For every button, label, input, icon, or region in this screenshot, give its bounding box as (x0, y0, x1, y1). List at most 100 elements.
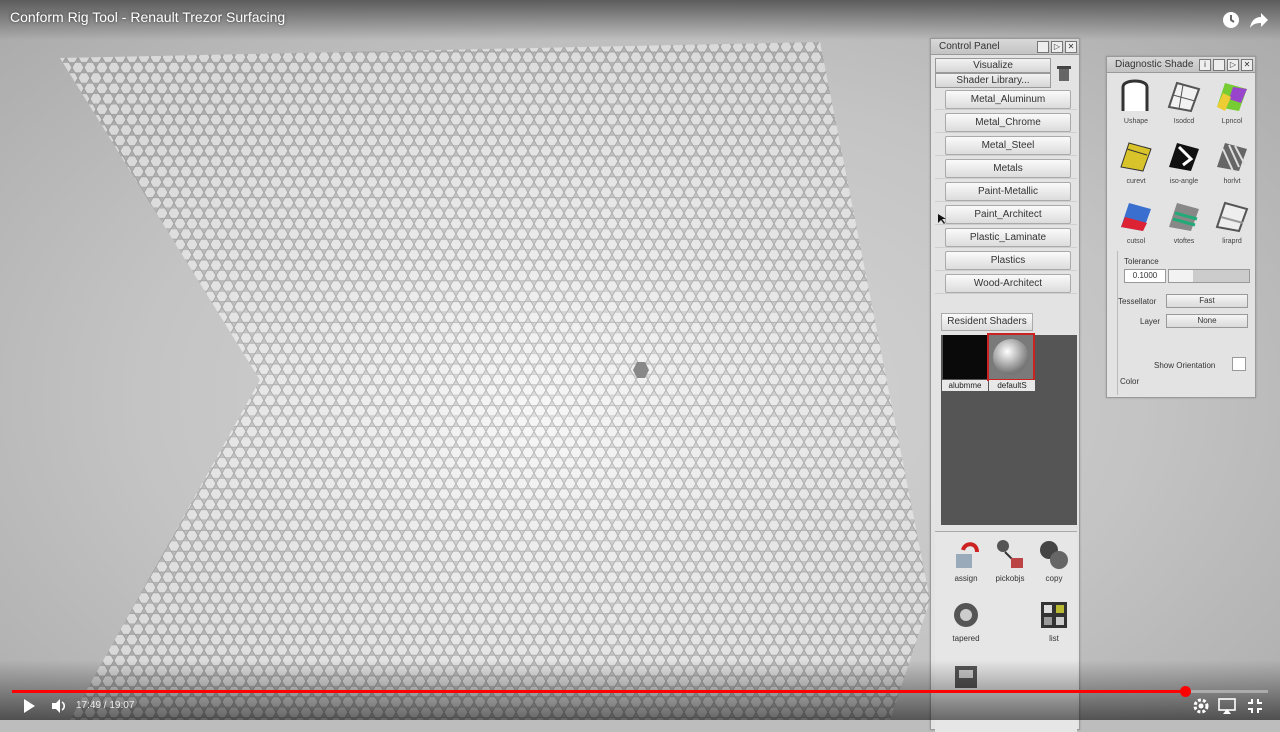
control-panel-title: Control Panel (939, 41, 1000, 52)
panel-min-button[interactable] (1213, 59, 1225, 71)
tool-label: pickobjs (995, 574, 1025, 583)
shade-label: liraprd (1222, 238, 1242, 245)
exit-fullscreen-button[interactable] (1246, 697, 1264, 715)
tolerance-label: Tolerance (1124, 257, 1159, 266)
pickobjs-icon (995, 540, 1025, 570)
settings-button[interactable] (1192, 697, 1210, 715)
diagnostic-panel-titlebar[interactable]: Diagnostic Shade i ▷ ✕ (1107, 57, 1255, 73)
assign-tool[interactable]: assign (943, 540, 989, 583)
panel-close-button[interactable]: ✕ (1241, 59, 1253, 71)
pivot-hex-marker[interactable] (632, 361, 650, 379)
tessellator-dropdown[interactable]: Fast (1166, 294, 1248, 308)
shader-lib-wood-architect[interactable]: Wood-Architect (945, 274, 1071, 293)
lib-row: Wood-Architect (935, 272, 1077, 294)
volume-button[interactable] (50, 697, 68, 715)
tool-label: list (1049, 634, 1059, 643)
panel-close-button[interactable]: ✕ (1065, 41, 1077, 53)
airplay-icon (1218, 698, 1236, 714)
shade-label: Isodcd (1173, 118, 1195, 125)
shade-iso-angle[interactable]: iso-angle (1161, 137, 1207, 185)
gear-icon (1193, 698, 1209, 714)
shade-curevt[interactable]: curevt (1113, 137, 1159, 185)
shade-lpncol[interactable]: Lpncol (1209, 77, 1255, 125)
shader-lib-metals[interactable]: Metals (945, 159, 1071, 178)
diagnostic-shade-panel: Diagnostic Shade i ▷ ✕ Ushape Isodcd Lpn… (1106, 56, 1256, 398)
shader-lib-plastic-laminate[interactable]: Plastic_Laminate (945, 228, 1071, 247)
tapered-tool[interactable]: tapered (943, 600, 989, 643)
play-button[interactable] (20, 697, 38, 715)
tool-label: assign (954, 574, 978, 583)
curevt-shade-icon (1117, 137, 1155, 175)
play-icon (24, 699, 35, 713)
lib-row: Metals (935, 157, 1077, 179)
horlvt-shade-icon (1213, 137, 1251, 175)
exit-fullscreen-icon (1248, 699, 1262, 713)
visualize-dropdown[interactable]: Visualize (935, 58, 1051, 73)
assign-icon (951, 540, 981, 570)
color-label: Color (1120, 377, 1140, 386)
shade-label: Ushape (1123, 118, 1149, 125)
show-orientation-label: Show Orientation (1154, 361, 1216, 370)
shader-swatch-label: alubmme (942, 380, 988, 391)
clock-icon[interactable] (1221, 10, 1241, 30)
shader-library-dropdown[interactable]: Shader Library... (935, 73, 1051, 88)
shader-lib-metal-aluminum[interactable]: Metal_Aluminum (945, 90, 1071, 109)
panel-info-button[interactable]: i (1199, 59, 1211, 71)
isodcd-shade-icon (1165, 77, 1203, 115)
resident-shaders-area[interactable]: alubmme defaultS (941, 333, 1077, 525)
diagnostic-settings: Tolerance 0.1000 Tessellator Fast Layer … (1117, 251, 1254, 395)
honeycomb-surface (60, 42, 930, 720)
liraprd-shade-icon (1213, 197, 1251, 235)
lib-row: Paint_Architect (935, 203, 1077, 225)
shader-lib-paint-metallic[interactable]: Paint-Metallic (945, 182, 1071, 201)
copy-icon (1039, 540, 1069, 570)
panel-expand-button[interactable]: ▷ (1227, 59, 1239, 71)
shade-cutsol[interactable]: cutsol (1113, 197, 1159, 245)
layer-dropdown[interactable]: None (1166, 314, 1248, 328)
video-title[interactable]: Conform Rig Tool - Renault Trezor Surfac… (10, 9, 285, 25)
pickobjs-tool[interactable]: pickobjs (987, 540, 1033, 583)
shader-lib-metal-chrome[interactable]: Metal_Chrome (945, 113, 1071, 132)
tolerance-slider[interactable] (1168, 269, 1250, 283)
shade-label: Lpncol (1221, 118, 1243, 125)
list-icon (1039, 600, 1069, 630)
shader-swatch-defaults[interactable] (987, 333, 1035, 381)
shade-horlvt[interactable]: horlvt (1209, 137, 1255, 185)
lib-row: Metal_Steel (935, 134, 1077, 156)
trash-icon[interactable] (1055, 64, 1073, 82)
share-icon[interactable] (1249, 10, 1269, 30)
volume-icon (52, 699, 66, 713)
iso-angle-shade-icon (1165, 137, 1203, 175)
progress-bar[interactable] (12, 686, 1268, 697)
shader-swatch-alubmme[interactable] (943, 335, 987, 379)
tool-label: tapered (952, 634, 980, 643)
mouse-cursor-icon (938, 211, 948, 224)
shader-lib-paint-architect[interactable]: Paint_Architect (945, 205, 1071, 224)
shade-label: curevt (1126, 178, 1146, 185)
shade-ushape[interactable]: Ushape (1113, 77, 1159, 125)
lib-row: Metal_Chrome (935, 111, 1077, 133)
list-tool[interactable]: list (1031, 600, 1077, 643)
shade-isodcd[interactable]: Isodcd (1161, 77, 1207, 125)
airplay-button[interactable] (1218, 697, 1236, 715)
panel-expand-button[interactable]: ▷ (1051, 41, 1063, 53)
tolerance-input[interactable]: 0.1000 (1124, 269, 1166, 283)
control-panel: Control Panel ▷ ✕ Visualize Shader Libra… (930, 38, 1080, 732)
progress-played (12, 690, 1186, 693)
vtoftes-shade-icon (1165, 197, 1203, 235)
shade-vtoftes[interactable]: vtoftes (1161, 197, 1207, 245)
copy-tool[interactable]: copy (1031, 540, 1077, 583)
show-orientation-checkbox[interactable] (1232, 357, 1246, 371)
shade-label: iso-angle (1169, 178, 1199, 185)
panel-min-button[interactable] (1037, 41, 1049, 53)
shade-label: horlvt (1223, 178, 1241, 185)
lib-row: Plastics (935, 249, 1077, 271)
shader-lib-metal-steel[interactable]: Metal_Steel (945, 136, 1071, 155)
control-panel-titlebar[interactable]: Control Panel ▷ ✕ (931, 39, 1079, 55)
shader-swatch-label: defaultS (989, 380, 1035, 391)
shade-label: vtoftes (1173, 238, 1195, 245)
tolerance-slider-fill (1169, 270, 1193, 282)
lib-row: Paint-Metallic (935, 180, 1077, 202)
shade-liraprd[interactable]: liraprd (1209, 197, 1255, 245)
shader-lib-plastics[interactable]: Plastics (945, 251, 1071, 270)
